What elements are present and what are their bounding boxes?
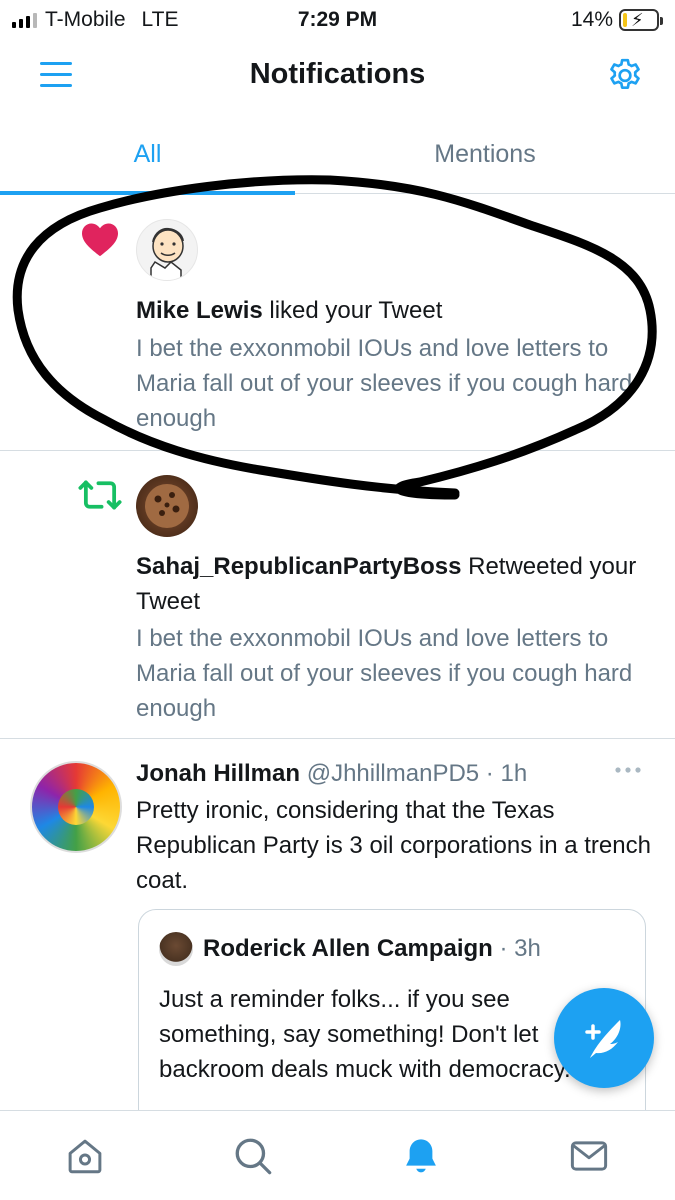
battery-fill <box>623 13 627 27</box>
cookie-avatar-icon <box>145 484 189 528</box>
avatar <box>159 932 193 966</box>
tab-bar-top: All Mentions <box>0 112 675 195</box>
quoted-tweet-time: · 3h <box>492 935 541 962</box>
tab-mentions[interactable]: Mentions <box>340 140 630 169</box>
bell-icon[interactable] <box>400 1135 442 1177</box>
notification-user[interactable]: Sahaj_RepublicanPartyBoss <box>136 553 461 580</box>
status-bar: T-Mobile LTE 7:29 PM 14% ⚡ <box>0 0 675 40</box>
quoted-tweet-header: Roderick Allen Campaign · 3h <box>203 934 541 964</box>
notification-user[interactable]: Mike Lewis <box>136 297 263 324</box>
avatar[interactable] <box>136 219 198 281</box>
notification-action: liked your Tweet <box>262 297 443 324</box>
battery-icon: ⚡ <box>619 9 663 31</box>
retweet-icon <box>78 480 122 510</box>
bottom-tab-bar <box>0 1110 675 1200</box>
avatar[interactable] <box>136 475 198 537</box>
battery-percent: 14% <box>570 8 613 31</box>
tab-all[interactable]: All <box>0 140 295 169</box>
notification-retweet[interactable]: Sahaj_RepublicanPartyBoss Retweeted your… <box>0 451 675 739</box>
header: Notifications <box>0 40 675 112</box>
more-options-icon[interactable] <box>613 765 643 775</box>
notification-text: Mike Lewis liked your Tweet <box>136 293 656 328</box>
page-title: Notifications <box>249 58 426 90</box>
status-right: 14% ⚡ <box>570 8 663 32</box>
tweet-author-name[interactable]: Jonah Hillman <box>136 760 300 787</box>
cartoon-face-avatar-icon <box>150 227 184 280</box>
charging-bolt-icon: ⚡ <box>631 10 644 30</box>
avatar[interactable] <box>30 761 122 853</box>
tweet-time: · 1h <box>479 760 528 787</box>
quoted-author-name: Roderick Allen Campaign <box>203 935 493 962</box>
search-icon[interactable] <box>232 1135 274 1177</box>
notification-tweet-text: I bet the exxonmobil IOUs and love lette… <box>136 625 633 722</box>
gear-icon[interactable] <box>605 56 645 96</box>
home-icon[interactable] <box>64 1135 106 1177</box>
compose-feather-icon <box>585 1020 621 1058</box>
notification-text: Sahaj_RepublicanPartyBoss Retweeted your… <box>136 549 656 619</box>
notification-like[interactable]: Mike Lewis liked your Tweet I bet the ex… <box>0 195 675 451</box>
tweet-text: Pretty ironic, considering that the Texa… <box>136 797 651 894</box>
notification-tweet-text: I bet the exxonmobil IOUs and love lette… <box>136 335 633 432</box>
mail-icon[interactable] <box>568 1135 610 1177</box>
compose-button[interactable] <box>554 988 654 1088</box>
heart-icon <box>82 223 118 257</box>
tweet-author-handle: @JhhillmanPD5 <box>300 760 480 787</box>
tweet-header: Jonah Hillman @JhhillmanPD5 · 1h <box>136 759 656 789</box>
